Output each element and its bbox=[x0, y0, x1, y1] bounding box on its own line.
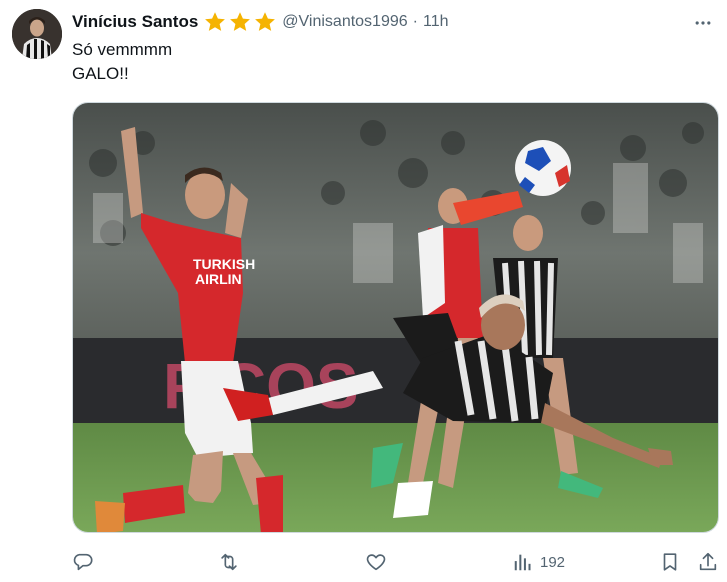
star-icon bbox=[255, 12, 276, 31]
timestamp[interactable]: 11h bbox=[423, 13, 449, 31]
author-name[interactable]: Vinícius Santos bbox=[72, 12, 198, 32]
badge-group bbox=[203, 10, 277, 34]
star-icon bbox=[205, 12, 226, 31]
separator-dot: · bbox=[412, 13, 418, 30]
bookmark-icon bbox=[663, 553, 677, 571]
reply-icon bbox=[73, 553, 93, 571]
views-count: 192 bbox=[540, 553, 566, 571]
action-bar: 192 bbox=[72, 547, 721, 577]
retweet-button[interactable] bbox=[218, 547, 240, 577]
avatar[interactable] bbox=[12, 9, 62, 59]
tweet-photo[interactable]: FICOS TURKISH AIRLIN bbox=[72, 102, 719, 533]
football bbox=[515, 140, 571, 196]
bookmark-button[interactable] bbox=[659, 547, 681, 577]
tweet-card[interactable]: Vinícius Santos @Vinisantos1996 · 11h Só… bbox=[0, 0, 727, 582]
tweet-header: Vinícius Santos @Vinisantos1996 · 11h bbox=[72, 10, 449, 34]
views-button[interactable]: 192 bbox=[512, 547, 565, 577]
share-button[interactable] bbox=[697, 547, 719, 577]
football-photo: FICOS TURKISH AIRLIN bbox=[73, 103, 718, 532]
author-handle[interactable]: @Vinisantos1996 bbox=[282, 13, 407, 31]
star-icon bbox=[230, 12, 251, 31]
like-button[interactable] bbox=[365, 547, 387, 577]
svg-text:AIRLIN: AIRLIN bbox=[195, 271, 242, 287]
heart-icon bbox=[366, 554, 386, 571]
views-icon bbox=[514, 554, 531, 571]
tweet-text-line: GALO!! bbox=[72, 64, 129, 83]
ellipsis-icon bbox=[695, 21, 711, 25]
avatar-image bbox=[12, 9, 62, 59]
share-icon bbox=[699, 552, 717, 571]
tweet-text-line: Só vemmmm bbox=[72, 40, 173, 59]
reply-button[interactable] bbox=[72, 547, 94, 577]
retweet-icon bbox=[221, 553, 237, 571]
svg-text:TURKISH: TURKISH bbox=[193, 256, 255, 272]
more-options-button[interactable] bbox=[691, 11, 715, 35]
tweet-text: Só vemmmm GALO!! bbox=[72, 38, 172, 86]
